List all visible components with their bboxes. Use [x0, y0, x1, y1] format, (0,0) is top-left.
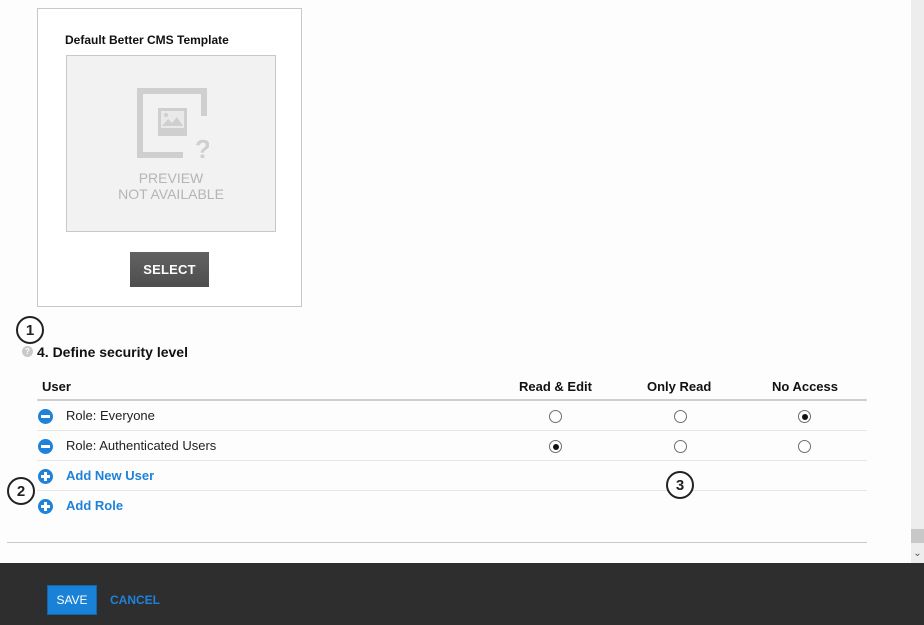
add-new-user-link[interactable]: Add New User	[66, 468, 154, 483]
divider	[7, 542, 867, 543]
template-preview: ? PREVIEW NOT AVAILABLE	[66, 55, 276, 232]
section-title: 4. Define security level	[37, 344, 188, 360]
callout-marker-3: 3	[666, 471, 694, 499]
footer-bar: SAVE CANCEL	[0, 563, 924, 625]
table-row: Role: Everyone	[37, 401, 867, 431]
svg-text:?: ?	[195, 134, 209, 160]
remove-icon[interactable]	[38, 409, 53, 424]
role-label: Role: Authenticated Users	[66, 438, 217, 453]
add-icon[interactable]	[38, 499, 53, 514]
add-role-row: Add Role	[37, 491, 867, 521]
callout-marker-2: 2	[7, 477, 35, 505]
scrollbar-thumb[interactable]	[911, 529, 924, 543]
page-content: Default Better CMS Template ? PREVIEW NO…	[0, 0, 910, 563]
preview-text-line2: NOT AVAILABLE	[118, 186, 224, 202]
radio-no-access[interactable]	[798, 410, 811, 423]
callout-marker-1: 1	[16, 316, 44, 344]
template-card: Default Better CMS Template ? PREVIEW NO…	[37, 8, 302, 307]
save-button[interactable]: SAVE	[47, 585, 97, 615]
radio-only-read[interactable]	[674, 440, 687, 453]
header-only-read: Only Read	[647, 379, 712, 394]
security-table: User Read & Edit Only Read No Access Rol…	[37, 375, 867, 521]
preview-text-line1: PREVIEW	[138, 170, 204, 186]
scroll-down-arrow-icon[interactable]: ⌄	[911, 544, 924, 563]
role-label: Role: Everyone	[66, 408, 155, 423]
radio-no-access[interactable]	[798, 440, 811, 453]
add-icon[interactable]	[38, 469, 53, 484]
add-new-user-row: Add New User	[37, 461, 867, 491]
table-header: User Read & Edit Only Read No Access	[37, 375, 867, 401]
vertical-scrollbar[interactable]: ⌄	[911, 0, 924, 563]
radio-read-edit[interactable]	[549, 440, 562, 453]
cancel-button[interactable]: CANCEL	[110, 593, 160, 607]
select-template-button[interactable]: SELECT	[130, 252, 209, 287]
image-placeholder-icon: ?	[137, 88, 209, 160]
add-role-link[interactable]: Add Role	[66, 498, 123, 513]
header-user: User	[42, 379, 71, 394]
header-no-access: No Access	[772, 379, 838, 394]
radio-read-edit[interactable]	[549, 410, 562, 423]
template-title: Default Better CMS Template	[65, 33, 229, 47]
help-icon[interactable]: ?	[22, 346, 33, 357]
radio-only-read[interactable]	[674, 410, 687, 423]
remove-icon[interactable]	[38, 439, 53, 454]
table-row: Role: Authenticated Users	[37, 431, 867, 461]
header-read-edit: Read & Edit	[519, 379, 592, 394]
